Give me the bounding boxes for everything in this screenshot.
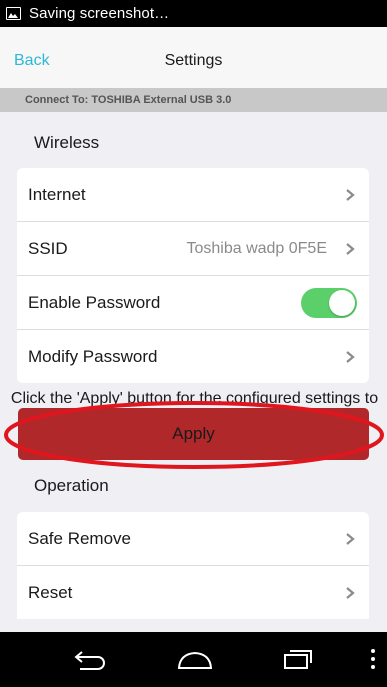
internet-row[interactable]: Internet <box>17 168 369 222</box>
status-bar: Saving screenshot… <box>0 0 387 27</box>
row-label: Modify Password <box>28 346 158 366</box>
row-label: SSID <box>28 238 68 258</box>
android-navigation-bar <box>0 632 387 687</box>
wireless-group: Internet SSID Toshiba wadp 0F5E Enable P… <box>17 168 369 383</box>
connection-text: Connect To: TOSHIBA External USB 3.0 <box>25 94 232 106</box>
chevron-right-icon <box>346 351 355 363</box>
page-title: Settings <box>164 52 223 69</box>
enable-password-row: Enable Password <box>17 276 369 330</box>
chevron-right-icon <box>346 533 355 545</box>
modify-password-row[interactable]: Modify Password <box>17 330 369 383</box>
chevron-right-icon <box>346 189 355 201</box>
ssid-value: Toshiba wadp 0F5E <box>186 239 327 257</box>
chevron-right-icon <box>346 243 355 255</box>
operation-group: Safe Remove Reset <box>17 512 369 619</box>
row-label: Safe Remove <box>28 528 131 548</box>
menu-icon[interactable] <box>370 648 376 670</box>
ssid-row[interactable]: SSID Toshiba wadp 0F5E <box>17 222 369 276</box>
chevron-right-icon <box>346 587 355 599</box>
navigation-bar: Back Settings <box>0 27 387 88</box>
wireless-section-header: Wireless <box>34 133 100 152</box>
row-label: Internet <box>28 184 86 204</box>
enable-password-toggle[interactable] <box>301 288 357 318</box>
row-label: Enable Password <box>28 292 161 312</box>
connection-banner: Connect To: TOSHIBA External USB 3.0 <box>0 88 387 112</box>
recents-icon[interactable] <box>283 648 313 670</box>
screenshot-icon <box>6 7 21 20</box>
operation-section-header: Operation <box>34 476 109 495</box>
safe-remove-row[interactable]: Safe Remove <box>17 512 369 566</box>
status-text: Saving screenshot… <box>29 5 170 22</box>
row-label: Reset <box>28 582 73 602</box>
toggle-knob <box>329 290 355 316</box>
apply-button[interactable]: Apply <box>18 408 369 460</box>
reset-row[interactable]: Reset <box>17 566 369 619</box>
back-icon[interactable] <box>72 648 108 670</box>
home-icon[interactable] <box>176 650 214 670</box>
